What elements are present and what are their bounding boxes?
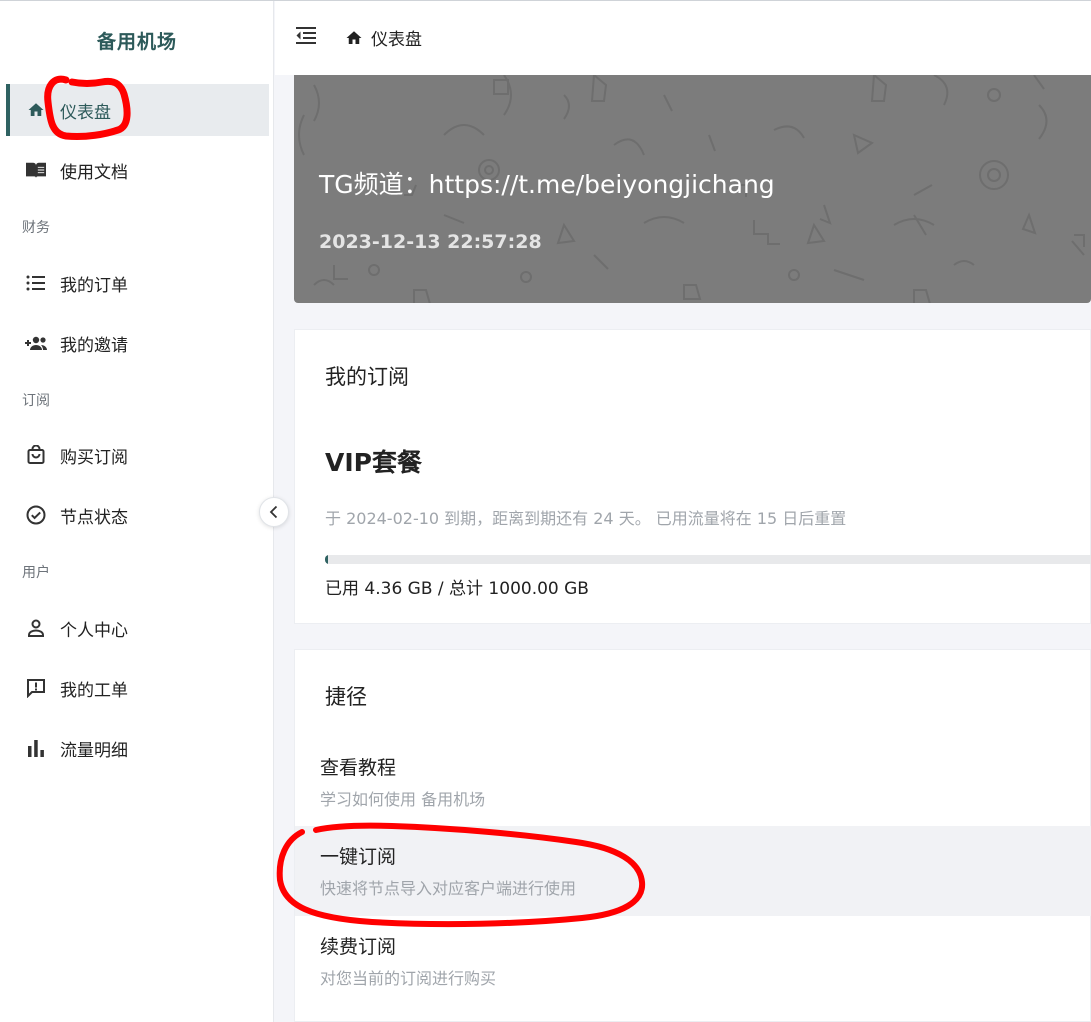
sidebar-item-label: 节点状态 [60,507,128,528]
sidebar-item-label: 我的订单 [60,275,128,296]
bar-chart-icon [24,736,48,760]
ticket-alert-icon [24,676,48,700]
sidebar-item-docs[interactable]: 使用文档 [6,144,269,196]
sidebar-item-dashboard[interactable]: 仪表盘 [6,84,269,136]
traffic-progress-bar [325,555,1091,564]
check-circle-icon [24,503,48,527]
shortcuts-card: 捷径 查看教程 学习如何使用 备用机场 一键订阅 快速将节点导入对应客户端进行使… [294,649,1091,1022]
sidebar-item-label: 购买订阅 [60,447,128,468]
breadcrumb: 仪表盘 [345,25,422,50]
shortcut-desc: 学习如何使用 备用机场 [320,790,486,809]
shortcut-desc: 快速将节点导入对应客户端进行使用 [320,879,577,898]
plan-expiry-text: 于 2024-02-10 到期，距离到期还有 24 天。 已用流量将在 15 日… [325,509,847,528]
home-icon [24,98,48,122]
person-icon [24,616,48,640]
shortcut-title: 续费订阅 [320,936,397,958]
sidebar-item-label: 流量明细 [60,740,128,761]
sidebar-item-label: 使用文档 [60,162,128,183]
banner-timestamp: 2023-12-13 22:57:28 [319,231,542,253]
home-icon [345,29,363,47]
section-label-user: 用户 [22,565,50,581]
section-label-finance: 财务 [22,220,50,236]
sidebar: 备用机场 仪表盘 使用文档 财务 我的订单 我的邀请 订阅 购买订阅 节点状态 … [0,1,274,1022]
banner-title: TG频道：https://t.me/beiyongjichang [319,170,775,199]
subscription-card: 我的订阅 VIP套餐 于 2024-02-10 到期，距离到期还有 24 天。 … [294,329,1091,624]
traffic-progress-fill [325,555,329,564]
sidebar-item-label: 我的邀请 [60,335,128,356]
sidebar-item-node-status[interactable]: 节点状态 [6,489,269,541]
shortcut-item-one-click-subscribe[interactable]: 一键订阅 快速将节点导入对应客户端进行使用 [295,826,1091,916]
notice-banner[interactable]: TG频道：https://t.me/beiyongjichang 2023-12… [294,75,1091,303]
shortcuts-card-title: 捷径 [325,685,367,709]
plan-name: VIP套餐 [325,448,422,477]
shortcut-desc: 对您当前的订阅进行购买 [320,969,497,988]
chevron-left-icon [268,505,280,519]
section-label-subscription: 订阅 [22,393,50,409]
sidebar-item-invite[interactable]: 我的邀请 [6,317,269,369]
top-header: 仪表盘 [275,1,1091,75]
sidebar-item-label: 我的工单 [60,680,128,701]
invite-group-icon [24,331,48,355]
subscription-card-title: 我的订阅 [325,365,409,389]
sidebar-item-profile[interactable]: 个人中心 [6,602,269,654]
sidebar-item-label: 个人中心 [60,620,128,641]
sidebar-item-label: 仪表盘 [60,102,111,123]
shortcut-item-renew[interactable]: 续费订阅 对您当前的订阅进行购买 [295,916,1091,1006]
shopping-bag-icon [24,443,48,467]
menu-fold-icon[interactable] [295,26,319,50]
traffic-usage-text: 已用 4.36 GB / 总计 1000.00 GB [325,579,589,599]
sidebar-item-orders[interactable]: 我的订单 [6,257,269,309]
shortcut-title: 一键订阅 [320,846,397,868]
sidebar-item-buy-subscription[interactable]: 购买订阅 [6,429,269,481]
brand-name[interactable]: 备用机场 [0,1,274,79]
shortcut-title: 查看教程 [320,757,397,779]
sidebar-item-tickets[interactable]: 我的工单 [6,662,269,714]
book-icon [24,158,48,182]
breadcrumb-current: 仪表盘 [371,30,422,50]
sidebar-collapse-button[interactable] [259,497,289,527]
sidebar-item-traffic[interactable]: 流量明细 [6,722,269,774]
list-icon [24,271,48,295]
shortcut-item-tutorial[interactable]: 查看教程 学习如何使用 备用机场 [295,737,1091,827]
